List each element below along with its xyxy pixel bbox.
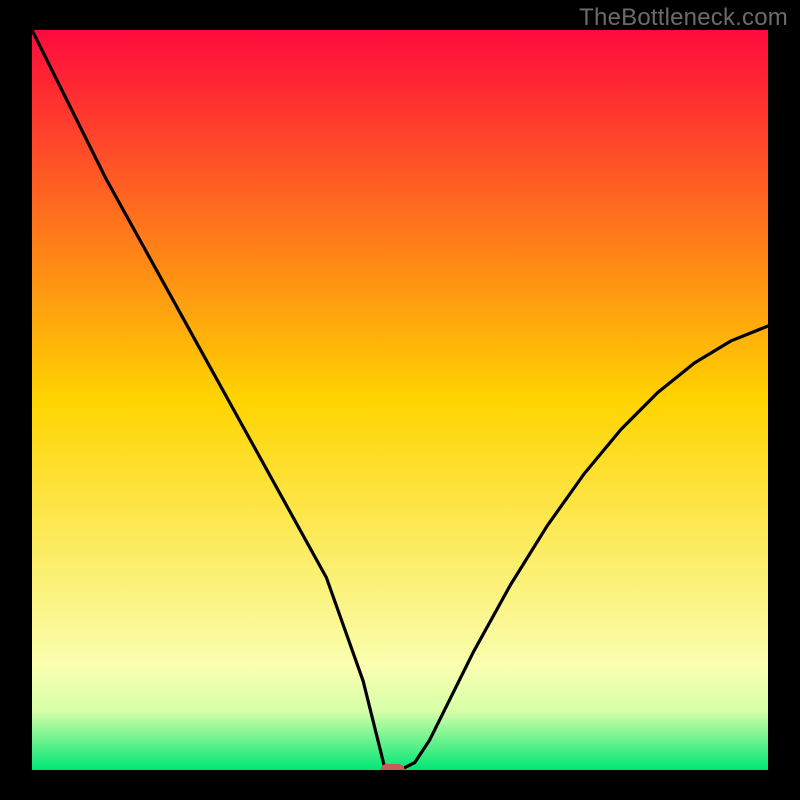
gradient-background bbox=[32, 30, 768, 770]
valley-marker bbox=[381, 764, 405, 770]
bottleneck-plot bbox=[32, 30, 768, 770]
watermark-text: TheBottleneck.com bbox=[579, 4, 788, 32]
plot-svg bbox=[32, 30, 768, 770]
chart-frame: TheBottleneck.com bbox=[0, 0, 800, 800]
